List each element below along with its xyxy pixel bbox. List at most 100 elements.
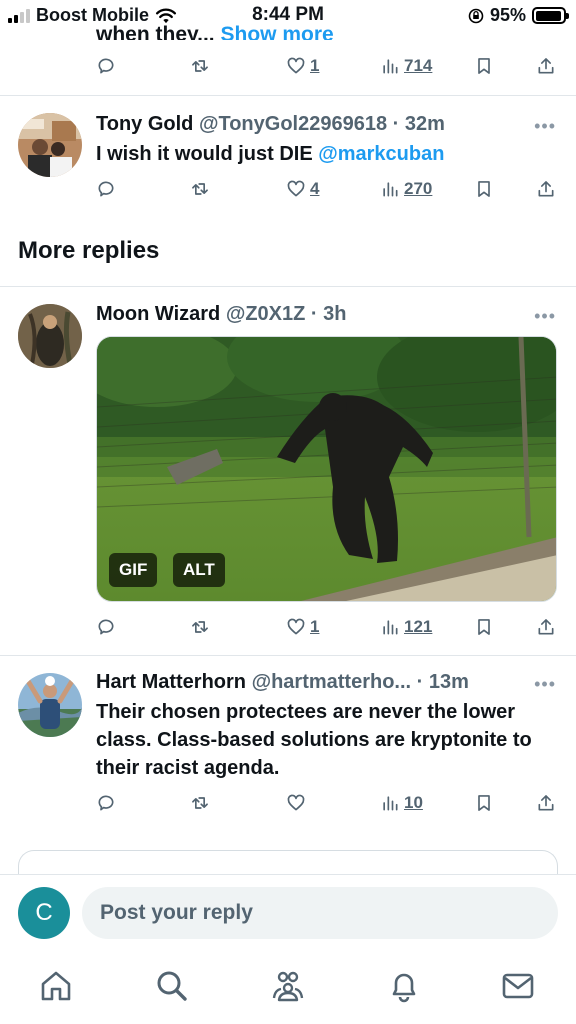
reply-icon (98, 181, 114, 197)
battery-icon (532, 7, 569, 24)
views-button[interactable]: 10 (380, 793, 423, 813)
share-button[interactable] (536, 793, 556, 813)
timestamp[interactable]: · 13m (417, 671, 469, 693)
repost-icon (192, 60, 208, 72)
views-icon (383, 620, 398, 635)
reply-button[interactable] (96, 179, 116, 199)
reply-button[interactable] (96, 56, 116, 76)
view-count: 10 (404, 793, 423, 812)
tweet-text: I wish it would just DIE @markcuban (96, 140, 536, 168)
gif-badge: GIF (109, 553, 158, 587)
display-name[interactable]: Moon Wizard (96, 303, 220, 325)
nav-messages[interactable] (500, 968, 536, 1004)
more-options-icon[interactable]: ••• (534, 674, 556, 695)
views-icon (383, 796, 398, 811)
reply-icon (98, 795, 114, 811)
user-handle[interactable]: @hartmatterho... (252, 671, 412, 693)
more-options-icon[interactable]: ••• (534, 306, 556, 327)
share-button[interactable] (536, 617, 556, 637)
share-icon (538, 619, 554, 635)
tweet-actions: 4 270 (96, 179, 560, 203)
user-handle[interactable]: @TonyGol22969618 (199, 113, 387, 135)
reply-compose-bar: C (0, 874, 576, 950)
tweet-body: I wish it would just DIE (96, 143, 319, 165)
divider (0, 286, 576, 287)
share-button[interactable] (536, 179, 556, 199)
repost-icon (192, 797, 208, 809)
reply-button[interactable] (96, 793, 116, 813)
nav-communities[interactable] (270, 968, 306, 1004)
view-count: 121 (404, 617, 433, 636)
views-button[interactable]: 714 (380, 56, 432, 76)
views-icon (383, 59, 398, 74)
display-name[interactable]: Hart Matterhorn (96, 671, 246, 693)
mention-link[interactable]: @markcuban (318, 143, 444, 165)
bookmark-icon (478, 795, 490, 811)
previous-tweet-text: when they... Show more (96, 20, 334, 40)
section-title-more-replies: More replies (18, 237, 160, 264)
repost-button[interactable] (190, 617, 210, 637)
views-button[interactable]: 121 (380, 617, 432, 637)
bookmark-button[interactable] (474, 179, 494, 199)
nav-search[interactable] (154, 968, 190, 1004)
gif-image (97, 337, 556, 601)
avatar-image (18, 673, 82, 737)
more-options-icon[interactable]: ••• (534, 116, 556, 137)
tweet-actions: 10 (96, 793, 560, 817)
user-avatar[interactable]: C (18, 887, 70, 939)
like-count: 1 (310, 56, 320, 75)
share-icon (538, 58, 554, 74)
view-count: 714 (404, 56, 433, 75)
share-icon (538, 181, 554, 197)
like-button[interactable]: 4 (286, 179, 319, 199)
reply-button[interactable] (96, 617, 116, 637)
display-name[interactable]: Tony Gold (96, 113, 193, 135)
bookmark-button[interactable] (474, 617, 494, 637)
nav-notifications[interactable] (386, 968, 422, 1004)
like-count: 4 (310, 179, 320, 198)
show-more-link[interactable]: Show more (220, 23, 333, 40)
tweet-header: Tony Gold @TonyGol22969618 · 32m (96, 113, 445, 136)
nav-home[interactable] (38, 968, 74, 1004)
repost-button[interactable] (190, 793, 210, 813)
reply-icon (98, 619, 114, 635)
views-button[interactable]: 270 (380, 179, 432, 199)
divider (0, 95, 576, 96)
bookmark-button[interactable] (474, 793, 494, 813)
reply-input[interactable] (82, 887, 558, 939)
share-button[interactable] (536, 56, 556, 76)
views-icon (383, 182, 398, 197)
avatar[interactable] (18, 304, 82, 368)
battery-level (535, 10, 562, 21)
like-button[interactable] (286, 793, 310, 813)
bookmark-icon (478, 181, 490, 197)
like-count: 1 (310, 617, 320, 636)
tweet-header: Hart Matterhorn @hartmatterho... · 13m (96, 671, 469, 694)
share-icon (538, 795, 554, 811)
avatar[interactable] (18, 673, 82, 737)
bookmark-button[interactable] (474, 56, 494, 76)
orientation-lock-icon (468, 8, 484, 23)
heart-icon (287, 180, 305, 197)
avatar[interactable] (18, 113, 82, 177)
view-count: 270 (404, 179, 433, 198)
alt-text-button[interactable]: ALT (173, 553, 225, 587)
repost-icon (192, 183, 208, 195)
communities-icon (272, 971, 304, 1002)
repost-button[interactable] (190, 179, 210, 199)
like-button[interactable]: 1 (286, 617, 319, 637)
user-handle[interactable]: @Z0X1Z (226, 303, 306, 325)
gif-media[interactable]: GIF ALT (96, 336, 557, 602)
home-icon (41, 971, 71, 1001)
repost-icon (192, 621, 208, 633)
like-button[interactable]: 1 (286, 56, 319, 76)
bookmark-icon (478, 619, 490, 635)
timestamp[interactable]: · 32m (393, 113, 445, 135)
search-icon (157, 971, 187, 1001)
bell-icon (392, 973, 416, 1003)
repost-button[interactable] (190, 56, 210, 76)
avatar-image (18, 113, 82, 177)
tweet-actions: 1 121 (96, 617, 560, 641)
timestamp[interactable]: · 3h (311, 303, 347, 325)
battery-percent: 95% (489, 5, 526, 25)
